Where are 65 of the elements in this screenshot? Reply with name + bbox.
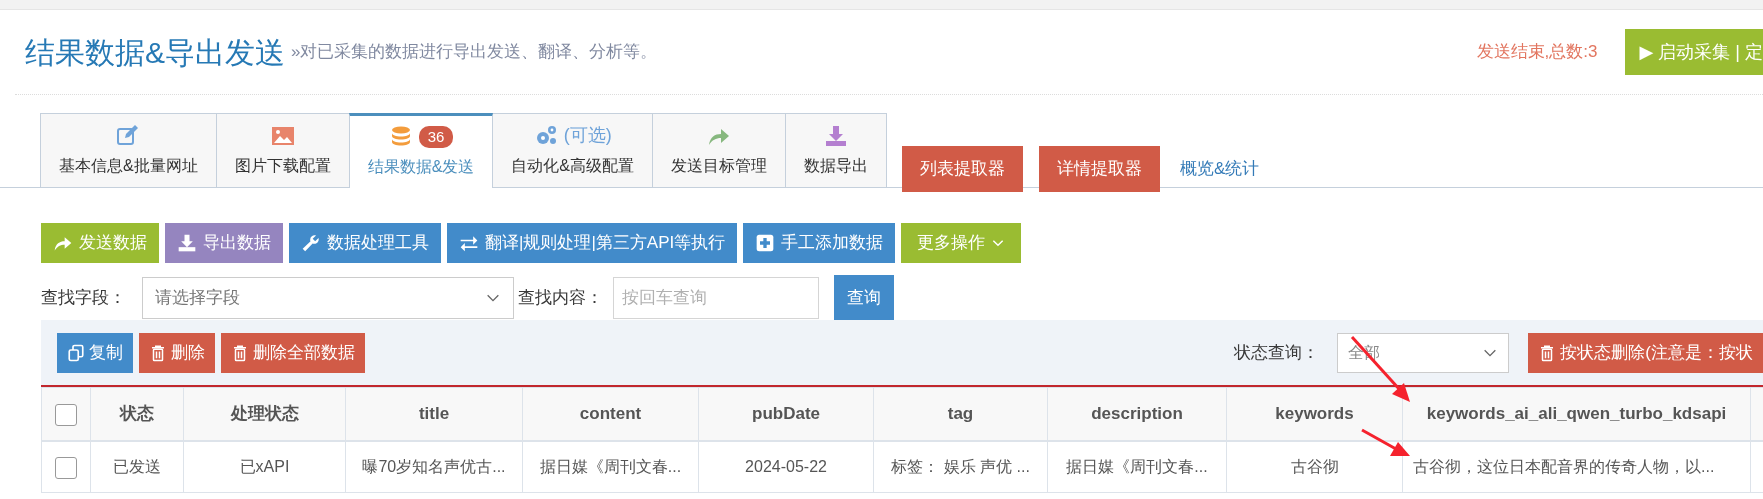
- count-badge: 36: [418, 126, 454, 148]
- table-cell: 2024-05-22: [698, 440, 874, 493]
- table-cell: 曝70岁知名声优古...: [345, 440, 523, 493]
- tab-label: 自动化&高级配置: [511, 155, 634, 176]
- table-cell: 已发送: [90, 440, 184, 493]
- toolbar-button[interactable]: 手工添加数据: [743, 223, 896, 263]
- dropdown-button[interactable]: 更多操作: [901, 223, 1022, 263]
- edit-icon: [116, 123, 141, 148]
- copy-button[interactable]: 复制: [57, 332, 133, 373]
- start-button[interactable]: ▶ 启动采集 | 定: [1625, 29, 1763, 75]
- tab[interactable]: 基本信息&批量网址: [40, 113, 217, 187]
- table-cell: 已xAPI: [183, 440, 346, 493]
- column-header: title: [345, 387, 523, 441]
- annotation-arrow: [1350, 336, 1410, 402]
- field-select[interactable]: 请选择字段: [142, 276, 514, 319]
- download-icon: [824, 123, 848, 148]
- delete-button[interactable]: 删除: [139, 332, 215, 373]
- status-label: 状态查询：: [1234, 341, 1320, 364]
- column-header: keywords_ai_ali_qwen_turbo_kdsapi: [1402, 387, 1751, 441]
- table-cell: 据日媒《周刊文春...: [1047, 440, 1227, 493]
- query-button[interactable]: 查询: [834, 275, 894, 320]
- extractor-button[interactable]: 详情提取器: [1039, 146, 1160, 192]
- toolbar-button[interactable]: 数据处理工具: [289, 223, 441, 263]
- toolbar-button[interactable]: 翻译|规则处理|第三方API等执行: [447, 223, 738, 263]
- table-cell: 据日媒《周刊文春...: [522, 440, 699, 493]
- field-label: 查找字段：: [41, 286, 126, 309]
- plus-square-icon: [755, 233, 776, 253]
- tab-label: 数据导出: [804, 155, 868, 176]
- content-label: 查找内容：: [518, 286, 603, 309]
- tab-note: (可选): [563, 124, 612, 147]
- checkbox[interactable]: [55, 456, 77, 479]
- download-icon: [177, 233, 197, 253]
- tab[interactable]: 数据导出: [785, 113, 887, 187]
- column-header: content: [522, 387, 699, 441]
- status-text: 发送结束,总数:3: [1476, 41, 1598, 64]
- tab[interactable]: 图片下载配置: [215, 113, 350, 187]
- copy-icon: [67, 343, 85, 362]
- extractor-button[interactable]: 列表提取器: [902, 146, 1023, 192]
- tab[interactable]: 36 结果数据&发送: [348, 113, 494, 188]
- toolbar-button[interactable]: 导出数据: [165, 223, 283, 263]
- search-field[interactable]: 按回车查询: [613, 276, 819, 319]
- trash-icon: [231, 343, 249, 362]
- column-header: description: [1047, 387, 1227, 441]
- annotation-arrow: [1361, 428, 1410, 456]
- tab-label: 发送目标管理: [671, 155, 767, 176]
- table-cell: 标签： 娱乐 声优 ...: [873, 440, 1048, 493]
- column-header: 处理状态: [183, 387, 346, 441]
- page-title: 结果数据&导出发送: [25, 34, 285, 71]
- tab[interactable]: 发送目标管理: [652, 113, 786, 187]
- column-header: keywords: [1226, 387, 1403, 441]
- tab-label: 基本信息&批量网址: [59, 155, 198, 176]
- page-subtitle: »对已采集的数据进行导出发送、翻译、分析等。: [291, 41, 658, 64]
- column-header: 状态: [90, 387, 184, 441]
- trash-icon: [149, 343, 167, 362]
- overview-link[interactable]: 概览&统计: [1180, 156, 1260, 182]
- toolbar-button[interactable]: 发送数据: [41, 223, 159, 263]
- delete-button[interactable]: 删除全部数据: [221, 332, 365, 373]
- tab-label: 图片下载配置: [234, 155, 331, 176]
- delete-by-status-button[interactable]: 按状态删除(注意是：按状: [1528, 332, 1763, 373]
- column-header: pubDate: [698, 387, 874, 441]
- tab[interactable]: (可选) 自动化&高级配置: [492, 113, 653, 187]
- wrench-icon: [301, 233, 321, 253]
- column-header: tag: [873, 387, 1048, 441]
- tab-label: 结果数据&发送: [367, 157, 475, 177]
- checkbox[interactable]: [55, 403, 77, 426]
